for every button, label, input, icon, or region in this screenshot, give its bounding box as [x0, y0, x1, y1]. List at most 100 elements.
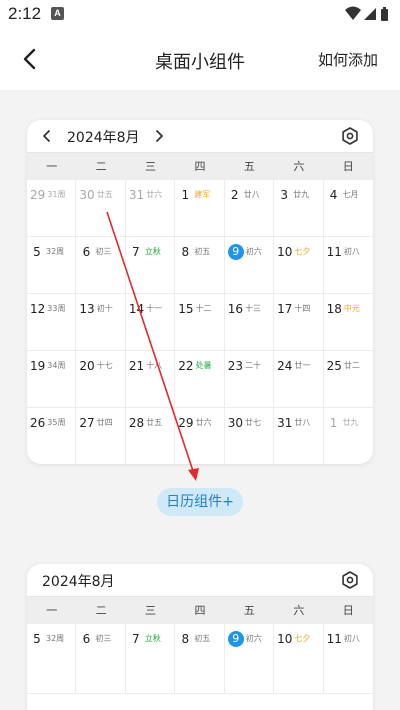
- calendar-day-cell[interactable]: 25 廿二: [323, 351, 373, 408]
- calendar-header: 2024年8月: [27, 120, 373, 152]
- calendar-day-cell[interactable]: 17 十四: [274, 294, 324, 351]
- calendar-day-cell[interactable]: 12 33周: [27, 294, 77, 351]
- widget-settings-button[interactable]: [341, 571, 359, 589]
- weekday-label: 一: [46, 604, 58, 617]
- calendar-day-cell[interactable]: 13 初十: [76, 294, 126, 351]
- calendar-day-cell[interactable]: 15 十二: [175, 294, 225, 351]
- next-month-button[interactable]: [151, 126, 167, 146]
- lunar-label: 廿七: [244, 418, 261, 427]
- calendar-day-cell[interactable]: 10 七夕: [274, 624, 324, 694]
- calendar-day-cell[interactable]: 14 十一: [125, 294, 176, 351]
- day-number: 19: [30, 358, 46, 373]
- lunar-label: 处暑: [195, 361, 212, 370]
- calendar-day-cell[interactable]: 5 32周: [27, 237, 77, 294]
- lunar-label: 廿九: [293, 190, 310, 199]
- weekday-label: 日: [342, 604, 354, 617]
- lunar-label: 初三: [95, 247, 112, 256]
- calendar-day-cell[interactable]: 3 廿九: [274, 180, 324, 237]
- calendar-day-cell[interactable]: 29 31周: [27, 180, 77, 237]
- calendar-day-cell[interactable]: 30 廿五: [76, 180, 126, 237]
- status-bar: 2:12 A: [0, 0, 400, 28]
- day-number: 30: [79, 187, 95, 202]
- month-label: 2024年8月: [42, 574, 115, 590]
- calendar-day-cell[interactable]: 5 32周: [27, 624, 77, 694]
- calendar-day-cell[interactable]: 18 中元: [323, 294, 373, 351]
- day-number: 8: [181, 244, 190, 259]
- calendar-day-cell[interactable]: 19 34周: [27, 351, 77, 408]
- lunar-label: 中元: [343, 304, 360, 313]
- weekday-label: 三: [145, 604, 157, 617]
- signal-icon: [364, 8, 376, 20]
- calendar-day-cell[interactable]: 8 初五: [175, 624, 225, 694]
- calendar-day-cell[interactable]: 20 十七: [76, 351, 126, 408]
- calendar-widget-preview[interactable]: 2024年8月 一 二 三 四 五 六 日 29 31周 30 廿五 31 廿六 1 建军 2 廿…: [27, 120, 373, 464]
- calendar-day-cell[interactable]: 31 廿六: [125, 180, 176, 237]
- day-number: 29: [30, 187, 46, 202]
- calendar-day-cell[interactable]: 30 廿七: [225, 408, 275, 464]
- lunar-label: 廿六: [146, 190, 163, 199]
- calendar-day-cell[interactable]: 6 初三: [76, 624, 126, 694]
- weekday-label: 六: [293, 160, 305, 173]
- weekday-label: 三: [145, 160, 157, 173]
- calendar-day-cell[interactable]: 22 处暑: [175, 351, 225, 408]
- lunar-label: 初八: [343, 247, 360, 256]
- lunar-label: 廿九: [342, 418, 359, 427]
- calendar-day-cell[interactable]: 1 建军: [175, 180, 225, 237]
- app-bar: 桌面小组件 如何添加: [0, 28, 400, 90]
- day-number: 7: [132, 244, 140, 259]
- lunar-label: 十八: [146, 361, 163, 370]
- battery-icon: [381, 7, 388, 21]
- day-number: 12: [30, 301, 46, 316]
- prev-month-button[interactable]: [39, 126, 55, 146]
- calendar-grid: 5 32周 6 初三 7 立秋 8 初五 9 初六 10 七夕 11 初八: [27, 624, 373, 694]
- weekday-label: 五: [243, 160, 255, 173]
- widget-settings-button[interactable]: [341, 127, 359, 145]
- day-number: 6: [82, 244, 91, 259]
- calendar-day-cell[interactable]: 8 初五: [175, 237, 225, 294]
- calendar-day-cell[interactable]: 11 初八: [323, 624, 373, 694]
- calendar-day-cell[interactable]: 11 初八: [323, 237, 373, 294]
- day-number: 5: [33, 631, 41, 646]
- lunar-label: 立秋: [144, 634, 161, 643]
- calendar-day-cell[interactable]: 16 十三: [224, 294, 275, 351]
- day-number: 7: [132, 631, 140, 646]
- week-widget-preview[interactable]: 2024年8月 一 二 三 四 五 六 日 5 32周 6 初三 7 立秋 8 初五 9 初六 10…: [27, 564, 373, 710]
- day-number: 17: [277, 301, 293, 316]
- chevron-right-icon: [156, 130, 163, 142]
- calendar-day-cell[interactable]: 7 立秋: [125, 624, 176, 694]
- add-calendar-widget-button[interactable]: 日历组件+: [157, 488, 243, 516]
- how-to-add-button[interactable]: 如何添加: [318, 49, 378, 70]
- calendar-day-cell[interactable]: 10 七夕: [274, 237, 324, 294]
- calendar-day-cell[interactable]: 9 初六: [224, 237, 275, 294]
- day-number: 29: [178, 415, 194, 430]
- lunar-label: 十四: [294, 304, 311, 313]
- lunar-label: 初六: [245, 634, 262, 643]
- day-number: 20: [79, 358, 95, 373]
- calendar-day-cell[interactable]: 7 立秋: [125, 237, 176, 294]
- calendar-day-cell[interactable]: 6 初三: [76, 237, 126, 294]
- calendar-day-cell[interactable]: 23 二十: [224, 351, 275, 408]
- calendar-day-cell[interactable]: 1 廿九: [324, 408, 373, 464]
- calendar-day-cell[interactable]: 4 七月: [323, 180, 373, 237]
- calendar-day-cell[interactable]: 31 廿八: [274, 408, 324, 464]
- calendar-day-cell[interactable]: 28 廿五: [126, 408, 176, 464]
- day-number: 25: [326, 358, 342, 373]
- calendar-day-cell[interactable]: 26 35周: [27, 408, 77, 464]
- calendar-day-cell[interactable]: 27 廿四: [76, 408, 126, 464]
- calendar-day-cell[interactable]: 24 廿一: [274, 351, 324, 408]
- lunar-label: 31周: [47, 190, 66, 199]
- day-number: 9: [227, 243, 244, 260]
- day-number: 24: [277, 358, 293, 373]
- calendar-day-cell[interactable]: 2 廿八: [224, 180, 275, 237]
- lunar-label: 十三: [244, 304, 261, 313]
- calendar-day-cell[interactable]: 9 初六: [224, 624, 275, 694]
- day-number: 27: [79, 415, 95, 430]
- day-number: 28: [128, 415, 145, 430]
- lunar-label: 廿六: [195, 418, 212, 427]
- calendar-day-cell[interactable]: 21 十八: [125, 351, 176, 408]
- month-label: 2024年8月: [67, 130, 140, 146]
- lunar-label: 35周: [47, 418, 66, 427]
- chevron-left-icon: [43, 130, 50, 142]
- calendar-day-cell[interactable]: 29 廿六: [175, 408, 225, 464]
- lunar-label: 初六: [245, 247, 262, 256]
